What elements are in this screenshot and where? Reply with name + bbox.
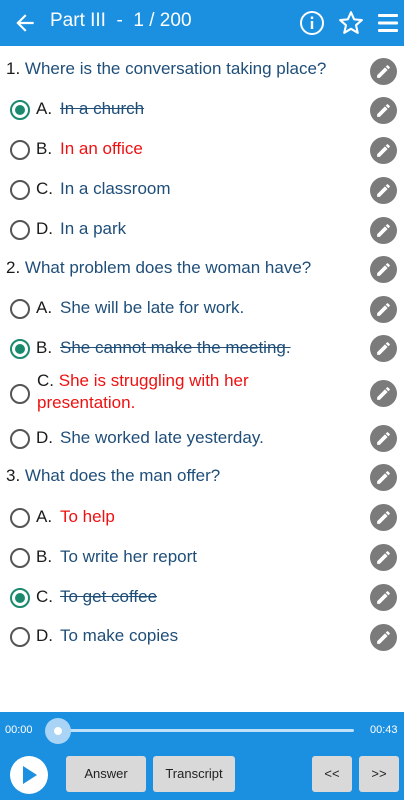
menu-icon[interactable] [376,11,400,35]
option-letter: C. [37,371,54,390]
option-letter: A. [36,99,53,118]
option-text: In a church [60,99,145,118]
back-arrow-icon[interactable] [12,9,38,37]
option-text: She cannot make the meeting. [60,338,291,357]
question-number: 3. [6,466,21,485]
radio-button[interactable] [10,508,30,528]
play-icon [23,766,37,784]
question-text: What problem does the woman have? [24,258,312,277]
option-text: She worked late yesterday. [60,428,264,447]
edit-icon[interactable] [370,464,397,491]
option-letter: D. [36,428,53,447]
next-button[interactable]: >> [359,756,399,792]
radio-button[interactable] [10,384,30,404]
option-text: She will be late for work. [60,298,245,317]
option-letter: C. [36,179,53,198]
edit-icon[interactable] [370,217,397,244]
question-number: 2. [6,258,21,277]
star-icon[interactable] [337,9,365,37]
info-icon[interactable] [299,10,325,36]
edit-icon[interactable] [370,504,397,531]
edit-icon[interactable] [370,58,397,85]
page-title: Part III - 1 / 200 [50,10,192,31]
edit-icon[interactable] [370,584,397,611]
radio-button[interactable] [10,588,30,608]
transcript-button[interactable]: Transcript [153,756,235,792]
option-text: In a park [60,219,127,238]
play-button[interactable] [10,756,48,794]
option-text: She is struggling with her presentation. [37,371,249,412]
option-letter: B. [36,547,53,566]
radio-button[interactable] [10,339,30,359]
option-text: To get coffee [60,587,158,606]
radio-button[interactable] [10,140,30,160]
option-letter: B. [36,338,53,357]
option-letter: D. [36,626,53,645]
question-1: 1. Where is the conversation taking plac… [6,58,376,80]
radio-button[interactable] [10,299,30,319]
question-3: 3. What does the man offer? [6,465,376,487]
radio-button[interactable] [10,100,30,120]
option-letter: D. [36,219,53,238]
seek-thumb[interactable] [45,718,71,744]
seek-bar[interactable] [48,729,354,732]
option-text: To make copies [60,626,179,645]
total-time: 00:43 [370,724,398,736]
edit-icon[interactable] [370,335,397,362]
option-letter: C. [36,587,53,606]
edit-icon[interactable] [370,425,397,452]
radio-button[interactable] [10,548,30,568]
edit-icon[interactable] [370,177,397,204]
option-text: To write her report [60,547,197,566]
option-text: In an office [60,139,143,158]
option-text-block: C. She is struggling with her presentati… [37,370,337,414]
answer-button[interactable]: Answer [66,756,146,792]
edit-icon[interactable] [370,544,397,571]
option-letter: A. [36,507,53,526]
prev-button[interactable]: << [312,756,352,792]
option-letter: A. [36,298,53,317]
app-bar: Part III - 1 / 200 [0,0,404,46]
edit-icon[interactable] [370,97,397,124]
option-text: To help [60,507,115,526]
question-text: What does the man offer? [24,466,221,485]
edit-icon[interactable] [370,380,397,407]
option-text: In a classroom [60,179,171,198]
edit-icon[interactable] [370,296,397,323]
edit-icon[interactable] [370,137,397,164]
audio-player: 00:00 00:43 Answer Transcript << >> [0,712,404,800]
radio-button[interactable] [10,220,30,240]
radio-button[interactable] [10,180,30,200]
current-time: 00:00 [5,724,33,736]
option-letter: B. [36,139,53,158]
question-number: 1. [6,59,21,78]
radio-button[interactable] [10,627,30,647]
edit-icon[interactable] [370,256,397,283]
radio-button[interactable] [10,429,30,449]
question-2: 2. What problem does the woman have? [6,257,376,279]
edit-icon[interactable] [370,624,397,651]
question-text: Where is the conversation taking place? [24,59,327,78]
